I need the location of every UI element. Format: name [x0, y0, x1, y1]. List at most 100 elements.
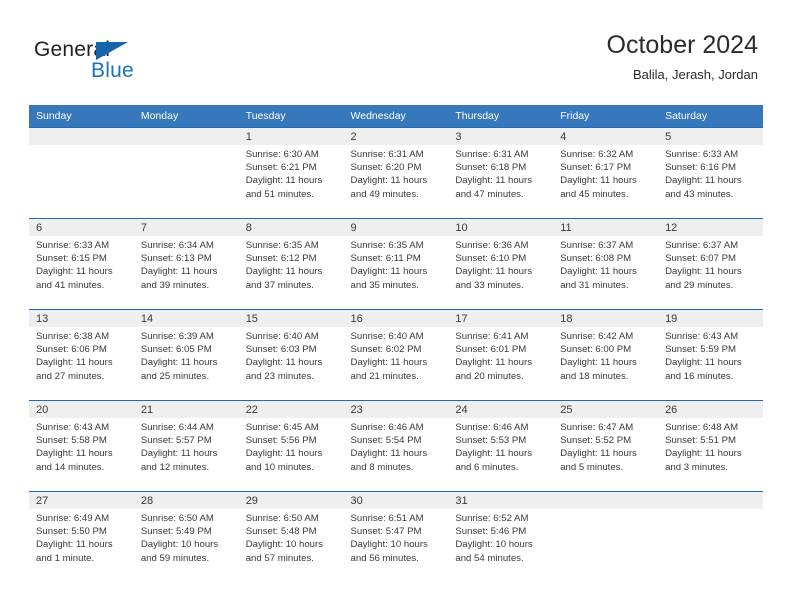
day-cell[interactable]: 15	[238, 309, 344, 327]
day-daylight-2-text: and 14 minutes.	[36, 461, 105, 473]
day-daylight-1-text: Daylight: 11 hours	[36, 266, 113, 278]
day-daylight-1-text: Daylight: 11 hours	[560, 175, 637, 187]
day-sunrise-text: Sunrise: 6:40 AM	[350, 331, 424, 342]
day-cell[interactable]: 9	[343, 218, 449, 236]
day-cell[interactable]: 16	[343, 309, 449, 327]
day-sunset-text: Sunset: 5:49 PM	[140, 526, 212, 538]
weekday-header-row: Sunday Monday Tuesday Wednesday Thursday…	[29, 105, 763, 128]
day-sunrise-text: Sunrise: 6:46 AM	[350, 422, 424, 433]
weekday-header-tuesday: Tuesday	[238, 105, 344, 128]
day-cell[interactable]: 26	[658, 400, 763, 418]
day-sunset-text: Sunset: 5:50 PM	[36, 526, 107, 538]
weekday-header-monday: Monday	[133, 105, 239, 128]
day-cell[interactable]: 25	[553, 400, 659, 418]
day-cell[interactable]: 29	[238, 491, 344, 509]
day-number: 31	[455, 495, 468, 507]
day-cell[interactable]: 5	[658, 127, 763, 145]
calendar-table: Sunday Monday Tuesday Wednesday Thursday…	[29, 105, 763, 582]
day-detail: Sunrise: 6:46 AM Sunset: 5:54 PM Daylight:…	[343, 418, 449, 492]
day-daylight-1-text: Daylight: 11 hours	[245, 175, 323, 187]
day-cell[interactable]: 7	[133, 218, 239, 236]
day-daylight-1-text: Daylight: 11 hours	[350, 448, 428, 460]
day-cell[interactable]: 1	[238, 127, 344, 145]
day-cell[interactable]: 23	[343, 400, 449, 418]
day-detail: Sunrise: 6:34 AM Sunset: 6:13 PM Daylight:…	[133, 236, 239, 310]
day-daylight-1-text: Daylight: 11 hours	[36, 357, 113, 369]
day-cell[interactable]: 13	[29, 309, 134, 327]
day-sunrise-text: Sunrise: 6:33 AM	[36, 240, 110, 251]
day-detail: Sunrise: 6:35 AM Sunset: 6:11 PM Daylight:…	[343, 236, 449, 310]
day-sunset-text: Sunset: 6:11 PM	[350, 253, 421, 265]
day-detail: Sunrise: 6:52 AM Sunset: 5:46 PM Daylight:…	[448, 509, 554, 582]
day-cell[interactable]: 20	[29, 400, 134, 418]
day-daylight-2-text: and 51 minutes.	[245, 188, 314, 200]
weekday-header-friday: Friday	[553, 105, 659, 128]
day-cell[interactable]: 21	[133, 400, 239, 418]
day-daylight-2-text: and 47 minutes.	[455, 188, 524, 200]
day-daylight-1-text: Daylight: 11 hours	[36, 539, 113, 551]
day-daylight-1-text: Daylight: 10 hours	[350, 539, 428, 551]
day-cell[interactable]: 6	[29, 218, 134, 236]
day-cell[interactable]: 4	[553, 127, 659, 145]
day-cell[interactable]: 12	[658, 218, 763, 236]
day-cell[interactable]: 10	[448, 218, 554, 236]
day-daylight-1-text: Daylight: 11 hours	[245, 357, 323, 369]
day-detail: Sunrise: 6:50 AM Sunset: 5:48 PM Daylight:…	[238, 509, 344, 582]
day-sunrise-text: Sunrise: 6:45 AM	[245, 422, 319, 433]
day-daylight-1-text: Daylight: 11 hours	[455, 448, 532, 460]
day-sunrise-text: Sunrise: 6:52 AM	[455, 513, 529, 524]
day-cell[interactable]: 2	[343, 127, 449, 145]
day-sunset-text: Sunset: 5:53 PM	[455, 435, 527, 447]
day-cell[interactable]: 18	[553, 309, 659, 327]
day-daylight-2-text: and 54 minutes.	[455, 552, 524, 564]
day-cell[interactable]: 22	[238, 400, 344, 418]
day-sunset-text: Sunset: 6:15 PM	[36, 253, 107, 265]
day-number: 3	[455, 131, 462, 143]
day-detail: Sunrise: 6:46 AM Sunset: 5:53 PM Daylight:…	[448, 418, 554, 492]
day-sunrise-text: Sunrise: 6:37 AM	[665, 240, 739, 251]
week-detail-row: Sunrise: 6:43 AM Sunset: 5:58 PM Daylight:…	[29, 418, 763, 492]
day-number: 12	[665, 222, 678, 234]
day-cell[interactable]: 28	[133, 491, 239, 509]
week-detail-row: Sunrise: 6:30 AM Sunset: 6:21 PM Daylight:…	[29, 145, 763, 219]
day-daylight-2-text: and 27 minutes.	[36, 370, 105, 382]
day-sunset-text: Sunset: 6:00 PM	[560, 344, 632, 356]
day-cell[interactable]: 31	[448, 491, 554, 509]
week-detail-row: Sunrise: 6:38 AM Sunset: 6:06 PM Daylight:…	[29, 327, 763, 401]
day-detail: Sunrise: 6:40 AM Sunset: 6:03 PM Daylight:…	[238, 327, 344, 401]
day-number: 16	[350, 313, 363, 325]
day-detail: Sunrise: 6:43 AM Sunset: 5:59 PM Daylight:…	[658, 327, 763, 401]
day-sunset-text: Sunset: 6:12 PM	[245, 253, 317, 265]
day-cell[interactable]: 27	[29, 491, 134, 509]
day-number: 25	[560, 404, 573, 416]
day-number: 7	[140, 222, 147, 234]
day-number: 17	[455, 313, 468, 325]
day-cell[interactable]: 14	[133, 309, 239, 327]
day-detail: Sunrise: 6:41 AM Sunset: 6:01 PM Daylight:…	[448, 327, 554, 401]
day-sunrise-text: Sunrise: 6:35 AM	[350, 240, 424, 251]
day-detail: Sunrise: 6:40 AM Sunset: 6:02 PM Daylight:…	[343, 327, 449, 401]
day-cell[interactable]: 3	[448, 127, 554, 145]
day-sunrise-text: Sunrise: 6:34 AM	[140, 240, 214, 251]
day-daylight-2-text: and 10 minutes.	[245, 461, 314, 473]
day-sunrise-text: Sunrise: 6:32 AM	[560, 149, 634, 160]
day-daylight-2-text: and 16 minutes.	[665, 370, 734, 382]
day-sunset-text: Sunset: 6:16 PM	[665, 162, 736, 174]
day-sunrise-text: Sunrise: 6:51 AM	[350, 513, 424, 524]
day-cell[interactable]: 11	[553, 218, 659, 236]
day-cell[interactable]: 17	[448, 309, 554, 327]
day-sunrise-text: Sunrise: 6:42 AM	[560, 331, 634, 342]
day-sunset-text: Sunset: 5:52 PM	[560, 435, 632, 447]
day-daylight-2-text: and 45 minutes.	[560, 188, 629, 200]
day-cell[interactable]: 19	[658, 309, 763, 327]
day-detail: Sunrise: 6:32 AM Sunset: 6:17 PM Daylight:…	[553, 145, 659, 219]
day-detail: Sunrise: 6:38 AM Sunset: 6:06 PM Daylight:…	[29, 327, 134, 401]
general-blue-logo[interactable]: General Blue	[34, 38, 154, 84]
day-detail: Sunrise: 6:51 AM Sunset: 5:47 PM Daylight:…	[343, 509, 449, 582]
day-cell[interactable]: 8	[238, 218, 344, 236]
day-cell[interactable]: 24	[448, 400, 554, 418]
day-sunset-text: Sunset: 6:01 PM	[455, 344, 527, 356]
day-detail: Sunrise: 6:37 AM Sunset: 6:08 PM Daylight:…	[553, 236, 659, 310]
day-daylight-2-text: and 29 minutes.	[665, 279, 734, 291]
day-cell[interactable]: 30	[343, 491, 449, 509]
